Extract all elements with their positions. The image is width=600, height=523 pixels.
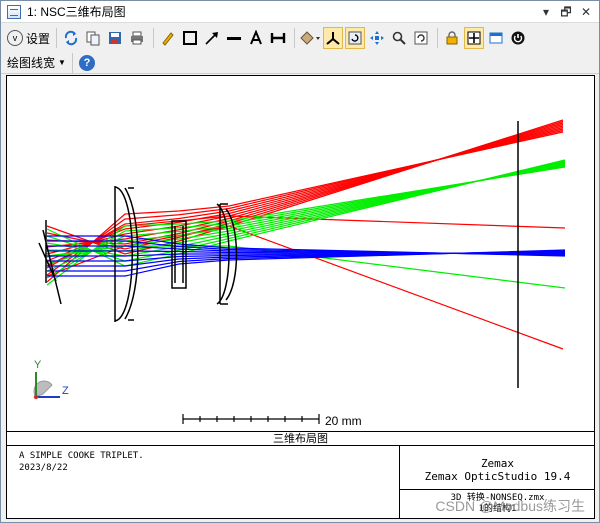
line-width-label: 绘图线宽 [7,56,56,70]
pencil-button[interactable] [158,27,178,49]
help-button[interactable]: ? [77,52,97,74]
green-ray [46,166,566,286]
arrow-icon [205,32,219,45]
toolbar-separator [294,28,296,48]
line-button[interactable] [224,27,244,49]
chevron-down-icon: v [7,30,23,46]
fit-button[interactable] [464,27,485,49]
power-button[interactable] [508,27,528,49]
line-width-dropdown[interactable]: 绘图线宽 ▼ [7,52,66,74]
restore-icon[interactable]: 🗗 [557,3,575,21]
app-window: 1: NSC三维布局图 ▾ 🗗 ✕ v 设置 绘图线宽 ▼ ? 20 mm Y … [0,0,600,523]
red-ray-bundle [46,119,566,350]
watermark: CSDN @Modbus练习生 [435,498,585,514]
scale-label: 20 mm [325,414,362,428]
zoom-icon [392,31,406,45]
plot-title: 三维布局图 [7,431,594,446]
lock-button[interactable] [442,27,462,49]
copy-button[interactable] [83,27,103,49]
window-icon [7,4,21,19]
print-icon [131,31,144,45]
print-button[interactable] [127,27,147,49]
fit-icon [467,31,481,45]
pin-icon[interactable]: ▾ [537,3,555,21]
description-date: 2023/8/22 [19,463,68,473]
undo-button[interactable] [411,27,431,49]
rotate-view-button[interactable] [299,27,321,49]
secondary-toolbar: 绘图线宽 ▼ ? [1,52,599,74]
reset-rotation-button[interactable] [345,27,366,49]
toolbar-separator [56,28,58,48]
scale-bar [182,414,320,424]
undo-icon [414,31,428,45]
lens-description: A SIMPLE COOKE TRIPLET. 2023/8/22 [19,450,144,474]
arrow-button[interactable] [202,27,222,49]
chevron-down-icon: ▼ [58,58,66,67]
zoom-button[interactable] [389,27,409,49]
power-icon [511,31,525,45]
pencil-icon [162,32,174,46]
axis-y-label: Y [34,359,42,371]
settings-button[interactable]: v 设置 [7,27,50,49]
main-toolbar: v 设置 [1,24,599,52]
rotate-view-icon [300,31,321,45]
text-button[interactable] [246,27,266,49]
copy-icon [86,31,100,46]
toolbar-separator [153,28,155,48]
save-button[interactable] [105,27,125,49]
pan-button[interactable] [367,27,387,49]
window-title: 1: NSC三维布局图 [27,5,126,19]
window-controls: ▾ 🗗 ✕ [537,3,595,21]
company-name: Zemax [480,457,515,470]
axes-icon [326,32,340,45]
line-icon [227,37,242,40]
refresh-icon [64,30,78,46]
rectangle-button[interactable] [180,27,200,49]
toolbar-separator [71,52,73,73]
layout-canvas[interactable]: 20 mm Y Z 三维布局图 A SIMPLE COOKE TRIPLET. … [6,75,595,519]
description-line-1: A SIMPLE COOKE TRIPLET. [19,451,144,461]
blue-ray-bundle [47,235,566,277]
reset-rotation-icon [348,31,362,45]
green-ray [46,162,566,252]
product-name: Zemax OpticStudio 19.4 [424,470,571,483]
rectangle-icon [183,31,198,45]
window-button[interactable] [486,27,506,49]
help-icon: ? [78,54,95,71]
window-icon [489,32,503,44]
pan-icon [370,31,385,45]
axes-button[interactable] [323,27,344,49]
dimension-icon [270,33,286,43]
save-icon [109,32,122,44]
settings-label: 设置 [26,31,51,46]
red-ray [46,131,564,283]
text-icon [250,30,262,45]
toolbar-separator [437,28,439,48]
dimension-button[interactable] [268,27,288,49]
product-info: Zemax Zemax OpticStudio 19.4 [400,446,595,490]
lock-icon [446,31,458,45]
axis-triad [33,372,60,400]
title-bar[interactable]: 1: NSC三维布局图 ▾ 🗗 ✕ [1,1,599,23]
axis-z-label: Z [62,385,69,397]
refresh-button[interactable] [61,27,81,49]
close-icon[interactable]: ✕ [577,3,595,21]
